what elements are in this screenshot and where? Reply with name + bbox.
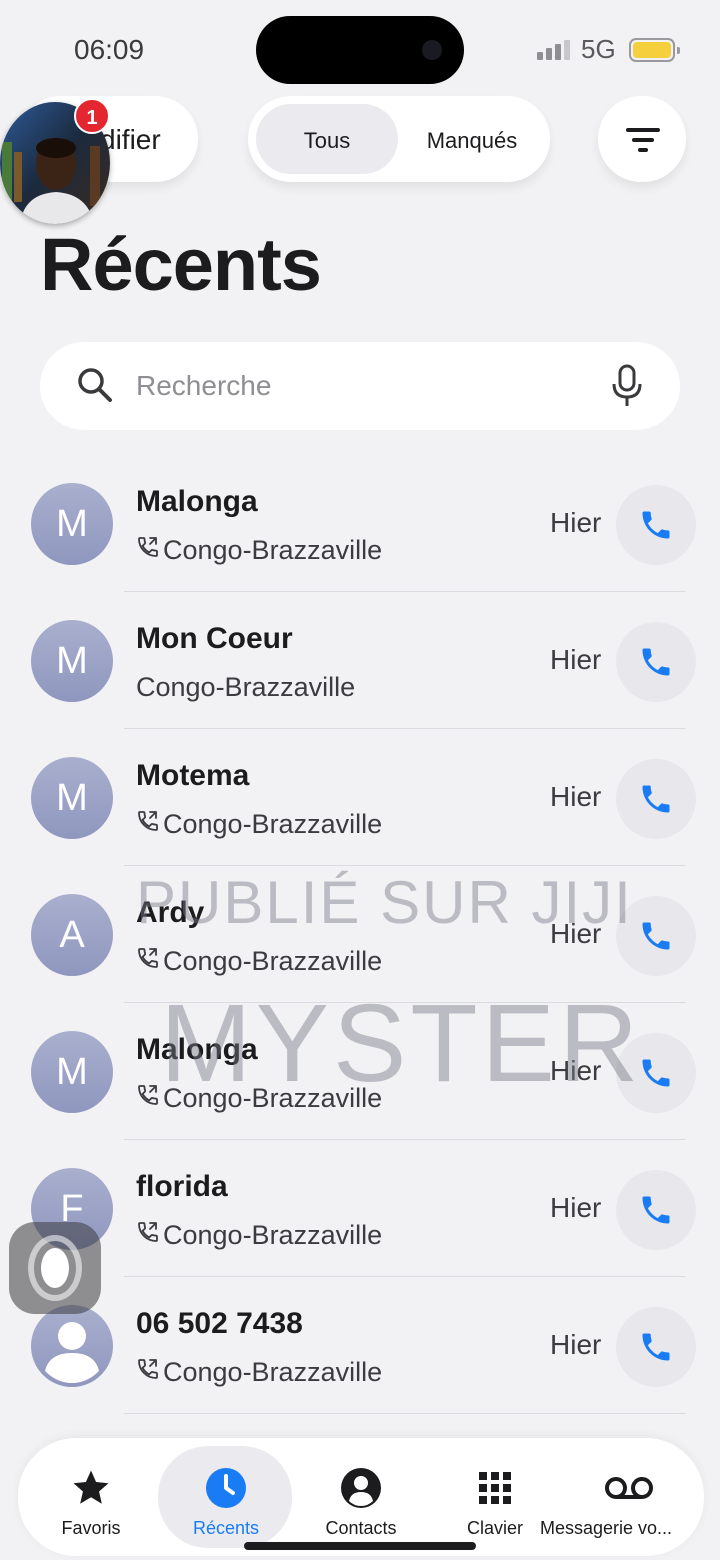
call-time: Hier — [550, 507, 602, 538]
person-circle-icon — [286, 1466, 436, 1510]
voicemail-icon — [554, 1466, 704, 1510]
call-subtitle: Congo-Brazzaville — [136, 672, 355, 703]
call-subtitle: Congo-Brazzaville — [136, 809, 382, 840]
call-location: Congo-Brazzaville — [163, 946, 383, 976]
row-divider — [124, 865, 686, 866]
status-time: 06:09 — [74, 34, 145, 65]
contact-initial-avatar: A — [31, 894, 113, 976]
call-location: Congo-Brazzaville — [163, 809, 383, 839]
call-back-button[interactable] — [616, 485, 696, 565]
segment-all[interactable]: Tous — [256, 128, 398, 154]
row-divider — [124, 591, 686, 592]
call-location: Congo-Brazzaville — [163, 1220, 383, 1250]
call-back-button[interactable] — [616, 1170, 696, 1250]
home-indicator[interactable] — [244, 1542, 476, 1550]
search-icon — [76, 366, 114, 409]
call-back-button[interactable] — [616, 622, 696, 702]
network-label: 5G — [581, 34, 616, 64]
call-row[interactable]: M Malonga Congo-Brazzaville Hier — [0, 483, 720, 620]
microphone-icon[interactable] — [610, 364, 644, 413]
outgoing-call-icon — [136, 946, 163, 977]
call-time: Hier — [550, 1192, 602, 1223]
tab-recents[interactable]: Récents — [151, 1466, 301, 1539]
call-time: Hier — [550, 644, 602, 675]
search-placeholder: Recherche — [136, 370, 272, 401]
tab-favoris[interactable]: Favoris — [16, 1466, 166, 1539]
call-row[interactable]: 06 502 7438 Congo-Brazzaville Hier — [0, 1305, 720, 1442]
call-back-button[interactable] — [616, 759, 696, 839]
contact-name: Motema — [136, 759, 250, 792]
contact-name: 06 502 7438 — [136, 1307, 303, 1340]
contact-initial-avatar: M — [31, 620, 113, 702]
segment-missed[interactable]: Manqués — [402, 128, 542, 154]
call-back-button[interactable] — [616, 1307, 696, 1387]
call-row[interactable]: Fflorida Congo-Brazzaville Hier — [0, 1168, 720, 1305]
call-time: Hier — [550, 1329, 602, 1360]
clock-icon — [151, 1466, 301, 1510]
call-location: Congo-Brazzaville — [163, 1357, 383, 1387]
assistive-touch-button[interactable] — [9, 1222, 101, 1314]
camera-dot — [422, 40, 442, 60]
call-location: Congo-Brazzaville — [136, 672, 356, 702]
contact-name: florida — [136, 1170, 228, 1203]
watermark-line2: MYSTER — [160, 982, 643, 1105]
filter-icon — [626, 128, 660, 152]
call-subtitle: Congo-Brazzaville — [136, 1220, 382, 1251]
outgoing-call-icon — [136, 1083, 163, 1114]
tab-label-recents: Récents — [192, 1518, 260, 1538]
call-location: Congo-Brazzaville — [163, 535, 383, 565]
outgoing-call-icon — [136, 1220, 163, 1251]
dynamic-island — [256, 16, 464, 84]
row-divider — [124, 1413, 686, 1414]
tab-messagerie[interactable]: Messagerie vo... — [540, 1466, 704, 1539]
contact-initial-avatar: M — [31, 757, 113, 839]
row-divider — [124, 1139, 686, 1140]
outgoing-call-icon — [136, 809, 163, 840]
call-time: Hier — [550, 781, 602, 812]
battery-icon — [629, 38, 680, 62]
tab-label-favoris: Favoris — [61, 1518, 121, 1538]
contact-name: Malonga — [136, 485, 258, 518]
contact-name: Mon Coeur — [136, 622, 293, 655]
row-divider — [124, 1276, 686, 1277]
tab-label-messagerie: Messagerie vo... — [540, 1518, 673, 1538]
watermark-line1: PUBLIÉ SUR JIJI — [136, 869, 633, 936]
row-divider — [124, 728, 686, 729]
signal-icon — [537, 40, 570, 60]
star-icon — [16, 1466, 166, 1510]
tab-contacts[interactable]: Contacts — [286, 1466, 436, 1539]
outgoing-call-icon — [136, 1357, 163, 1388]
outgoing-call-icon — [136, 535, 163, 566]
call-row[interactable]: M Mon Coeur Congo-Brazzaville Hier — [0, 620, 720, 757]
call-subtitle: Congo-Brazzaville — [136, 946, 382, 977]
call-subtitle: Congo-Brazzaville — [136, 1357, 382, 1388]
contact-placeholder-avatar — [31, 1305, 113, 1387]
contact-initial-avatar: M — [31, 483, 113, 565]
page-title: Récents — [40, 223, 322, 306]
contact-initial-avatar: M — [31, 1031, 113, 1113]
keypad-icon — [420, 1466, 570, 1510]
call-subtitle: Congo-Brazzaville — [136, 535, 382, 566]
notification-badge: 1 — [74, 98, 110, 134]
tab-label-contacts: Contacts — [325, 1518, 397, 1538]
